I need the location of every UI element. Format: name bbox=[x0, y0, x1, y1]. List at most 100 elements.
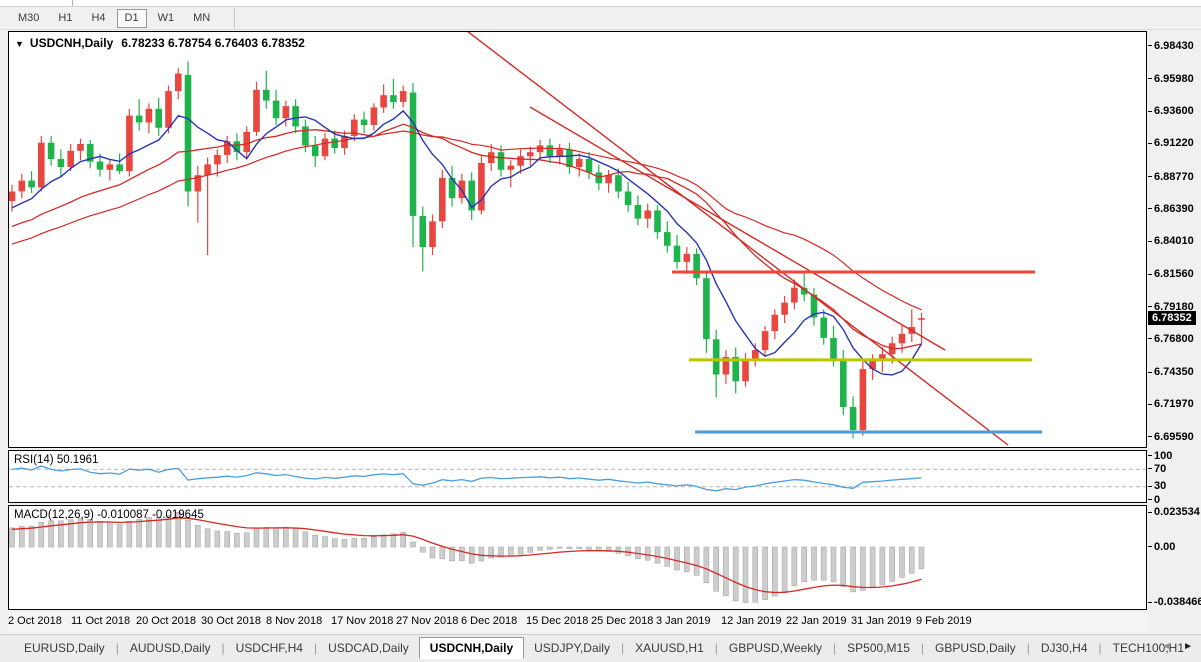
rsi-tick-label: 30 bbox=[1148, 480, 1166, 493]
macd-histogram-bar bbox=[791, 546, 798, 587]
candle-body bbox=[771, 314, 779, 332]
tab-xauusd[interactable]: XAUUSD,H1 bbox=[625, 638, 714, 658]
macd-histogram-bar bbox=[234, 532, 240, 548]
candle-body bbox=[575, 158, 583, 167]
timeframe-w1-button[interactable]: W1 bbox=[150, 9, 183, 28]
macd-histogram-bar bbox=[713, 546, 719, 592]
tabs-scroll-right-icon[interactable]: ► bbox=[1183, 641, 1193, 652]
tab-audusd[interactable]: AUDUSD,Daily bbox=[120, 638, 221, 658]
candle-body bbox=[634, 205, 642, 219]
macd-tick-label: -0.038466 bbox=[1148, 596, 1201, 609]
candle-body bbox=[654, 210, 661, 233]
candle-body bbox=[370, 107, 378, 125]
candle-body bbox=[116, 164, 123, 172]
macd-histogram-bar bbox=[292, 528, 299, 548]
macd-histogram-bar bbox=[723, 546, 729, 597]
macd-histogram-bar bbox=[576, 546, 582, 549]
date-tick-label: 8 Nov 2018 bbox=[266, 615, 323, 627]
macd-histogram-bar bbox=[615, 546, 622, 554]
candle-body bbox=[77, 144, 84, 151]
date-tick-label: 20 Oct 2018 bbox=[136, 615, 196, 627]
candle-body bbox=[390, 95, 397, 102]
candle-body bbox=[311, 145, 319, 157]
date-tick-label: 9 Feb 2019 bbox=[916, 615, 972, 627]
macd-indicator-pane[interactable]: MACD(12,26,9) -0.010087 -0.019645 bbox=[8, 505, 1147, 610]
tab-gbpusd[interactable]: GBPUSD,Weekly bbox=[719, 638, 832, 658]
macd-histogram-bar bbox=[126, 520, 133, 548]
rsi-indicator-pane[interactable]: RSI(14) 50.1961 bbox=[8, 450, 1147, 503]
macd-histogram-bar bbox=[508, 546, 514, 557]
candle-body bbox=[517, 156, 524, 166]
date-tick-label: 11 Oct 2018 bbox=[71, 615, 131, 627]
tab-scroll-arrows: ◄ ► bbox=[1161, 641, 1193, 652]
candle-body bbox=[18, 180, 26, 192]
price-tick-label: 6.71970 bbox=[1148, 398, 1194, 411]
candle-body bbox=[527, 152, 534, 157]
rsi-label: RSI(14) 50.1961 bbox=[14, 454, 99, 466]
price-tick-label: 6.76800 bbox=[1148, 333, 1194, 346]
candle-body bbox=[253, 89, 260, 132]
macd-histogram-bar bbox=[703, 546, 710, 583]
candle-body bbox=[497, 152, 505, 170]
candle-body bbox=[135, 115, 143, 123]
timeframe-h4-button[interactable]: H4 bbox=[83, 9, 113, 28]
tabs-scroll-left-icon[interactable]: ◄ bbox=[1161, 641, 1171, 652]
macd-histogram-bar bbox=[869, 546, 876, 589]
price-axis[interactable]: 6.98430 6.95980 6.93600 6.91220 6.88770 6.863… bbox=[1148, 31, 1201, 611]
macd-histogram-bar bbox=[781, 546, 788, 592]
menu-divider bbox=[72, 0, 73, 6]
macd-histogram-bar bbox=[889, 546, 895, 582]
candle-body bbox=[165, 91, 172, 128]
macd-histogram-bar bbox=[752, 546, 759, 603]
tab-sp500[interactable]: SP500,M15 bbox=[837, 638, 920, 658]
candle-body bbox=[615, 175, 622, 192]
candle-body bbox=[693, 253, 700, 279]
macd-histogram-bar bbox=[185, 519, 191, 548]
macd-histogram-bar bbox=[439, 546, 446, 559]
candle-body bbox=[106, 164, 114, 170]
macd-histogram-bar bbox=[459, 546, 465, 562]
macd-histogram-bar bbox=[684, 546, 690, 573]
date-tick-label: 6 Dec 2018 bbox=[461, 615, 518, 627]
candle-body bbox=[703, 278, 710, 340]
tab-usdcad[interactable]: USDCAD,Daily bbox=[318, 638, 419, 658]
candle-body bbox=[605, 175, 612, 184]
candle-body bbox=[781, 302, 788, 315]
candle-body bbox=[409, 92, 417, 216]
price-tick-label: 6.86390 bbox=[1148, 203, 1194, 216]
tab-dj30[interactable]: DJ30,H4 bbox=[1031, 638, 1098, 658]
candle-body bbox=[272, 100, 280, 119]
tab-gbpusd[interactable]: GBPUSD,Daily bbox=[925, 638, 1026, 658]
candle-body bbox=[487, 152, 495, 163]
macd-histogram-bar bbox=[801, 546, 807, 583]
candle-body bbox=[429, 221, 436, 248]
macd-histogram-bar bbox=[811, 546, 817, 581]
timeframe-d1-button[interactable]: D1 bbox=[116, 8, 147, 28]
timeframe-h1-button[interactable]: H1 bbox=[50, 9, 80, 28]
macd-chart bbox=[9, 511, 925, 603]
macd-histogram-bar bbox=[331, 538, 338, 548]
candle-body bbox=[439, 177, 446, 222]
macd-histogram-bar bbox=[273, 527, 279, 548]
tab-usdjpy[interactable]: USDJPY,Daily bbox=[524, 638, 620, 658]
price-chart-pane[interactable]: ▼ USDCNH,Daily 6.78233 6.78754 6.76403 6.7… bbox=[8, 31, 1147, 448]
chart-dropdown-icon[interactable]: ▼ bbox=[15, 39, 24, 49]
candle-body bbox=[321, 138, 329, 157]
tab-eurusd[interactable]: EURUSD,Daily bbox=[14, 638, 115, 658]
macd-histogram-bar bbox=[918, 546, 925, 570]
candle-body bbox=[419, 215, 427, 248]
tab-usdchf[interactable]: USDCHF,H4 bbox=[226, 638, 313, 658]
toolbar-separator bbox=[234, 8, 236, 28]
candle-body bbox=[595, 172, 603, 184]
macd-histogram-bar bbox=[420, 546, 426, 553]
timeframe-mn-button[interactable]: MN bbox=[185, 9, 218, 28]
trading-terminal-window: M30 H1 H4 D1 W1 MN ▼ USDCNH,Daily 6.78233 … bbox=[0, 0, 1201, 662]
tab-usdcnh[interactable]: USDCNH,Daily bbox=[418, 636, 525, 659]
price-tick-label: 6.74350 bbox=[1148, 366, 1194, 379]
macd-histogram-bar bbox=[674, 546, 680, 571]
candle-body bbox=[683, 253, 691, 262]
macd-histogram-bar bbox=[204, 528, 211, 548]
macd-histogram-bar bbox=[195, 525, 201, 548]
timeframe-m30-button[interactable]: M30 bbox=[10, 9, 47, 28]
date-axis[interactable]: 2 Oct 2018 11 Oct 2018 20 Oct 2018 30 Oct 2… bbox=[8, 613, 1148, 632]
